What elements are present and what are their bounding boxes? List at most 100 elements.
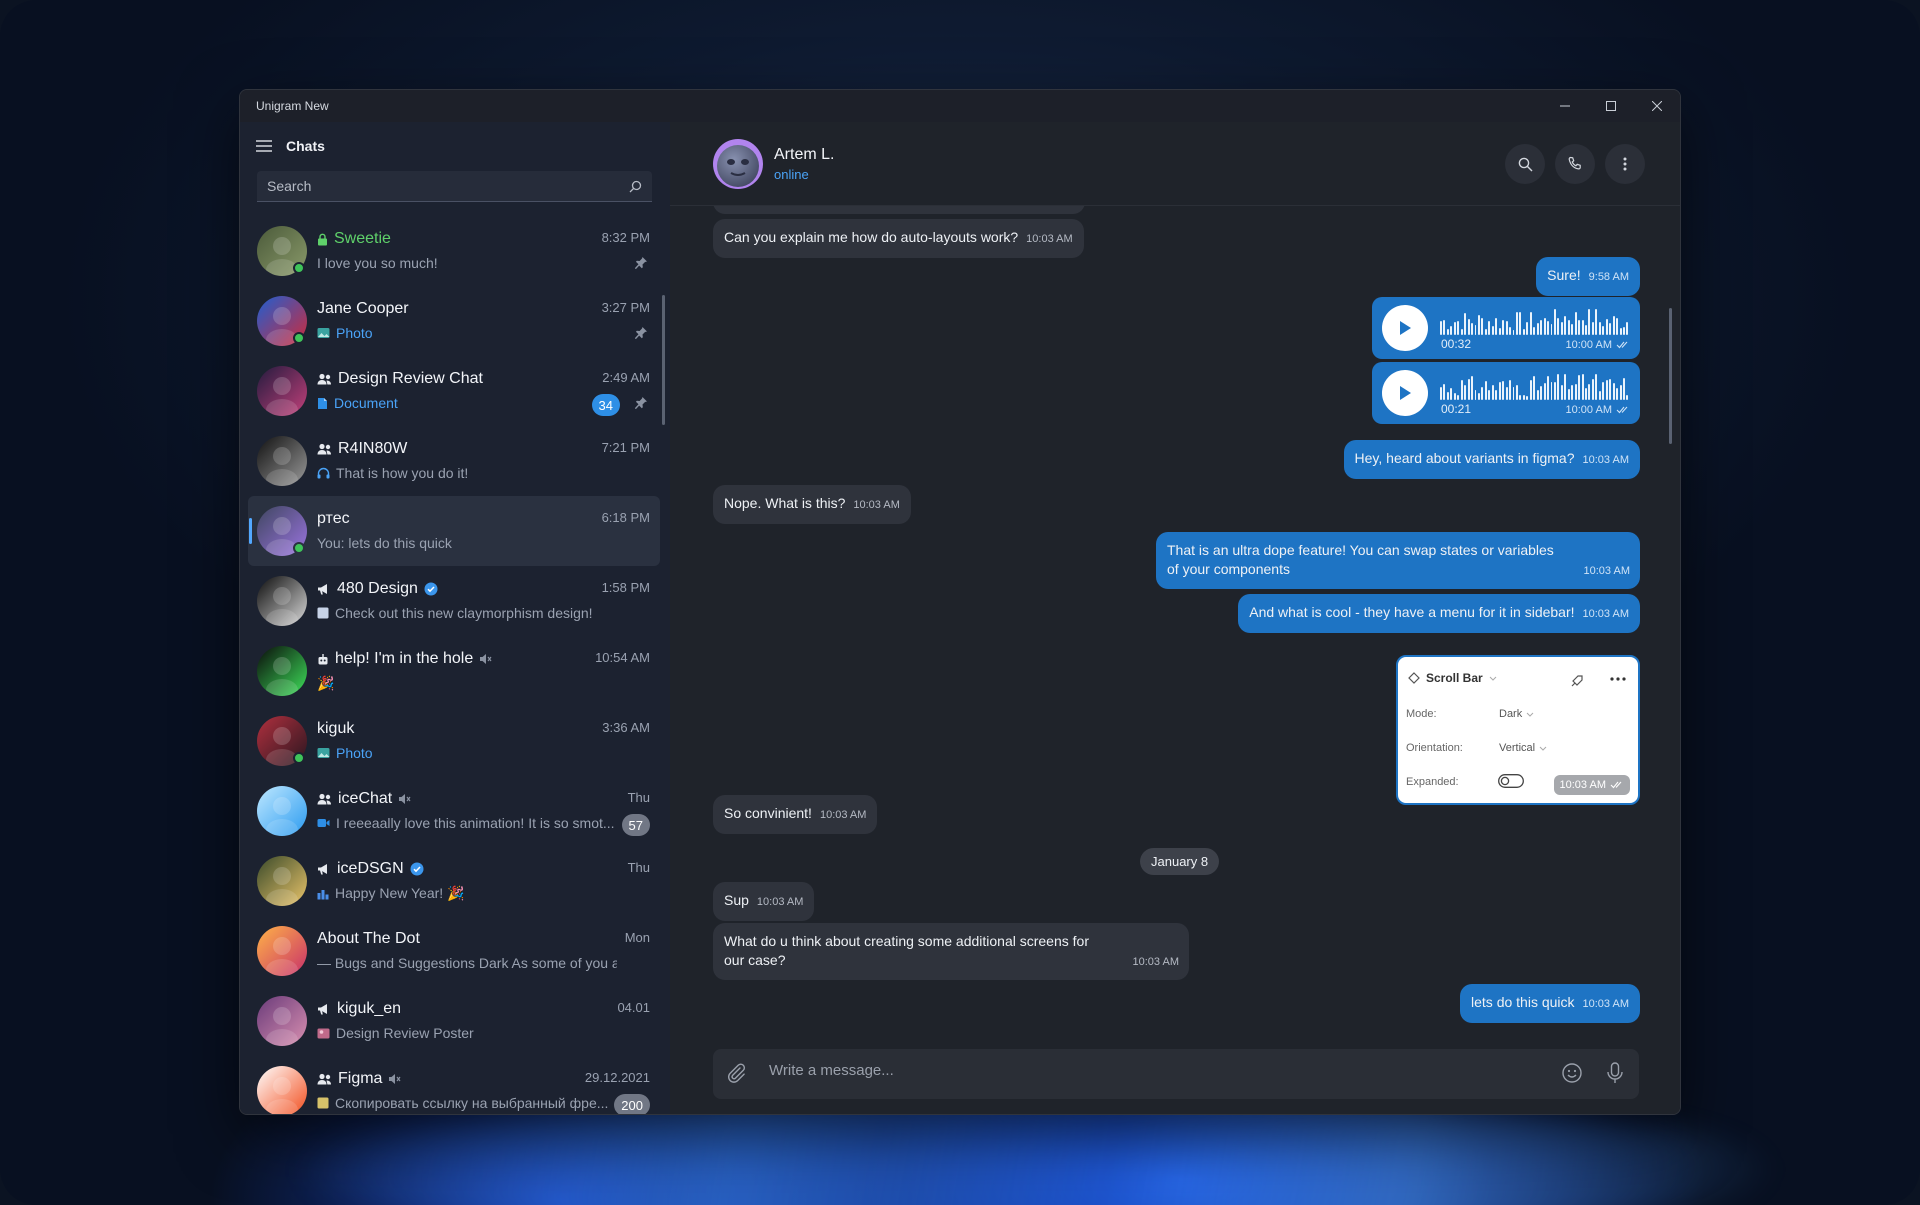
message-bubble-incoming[interactable]: What do u think about creating some addi… <box>713 923 1189 980</box>
chat-item[interactable]: Sweetie 8:32 PM I love you so much! <box>248 216 660 286</box>
chat-item[interactable]: iceDSGN Thu Happy New Year! 🎉 <box>248 846 660 916</box>
chat-item[interactable]: R4IN80W 7:21 PM That is how you do it! <box>248 426 660 496</box>
hamburger-menu-button[interactable] <box>256 140 272 152</box>
avatar-image <box>257 576 307 626</box>
call-button[interactable] <box>1555 144 1595 184</box>
chat-time: Thu <box>627 790 650 805</box>
message-text: lets do this quick <box>1471 994 1575 1010</box>
chat-name: About The Dot <box>317 930 420 947</box>
message-bubble-incoming[interactable]: Nope. What is this? 10:03 AM <box>713 485 911 524</box>
waveform-bar <box>1540 320 1543 335</box>
waveform-bar <box>1484 381 1487 400</box>
more-options-button[interactable] <box>1605 144 1645 184</box>
waveform-bar <box>1609 379 1612 400</box>
orientation-select[interactable]: Vertical <box>1499 742 1547 754</box>
title-bar: Unigram New <box>240 90 1680 122</box>
message-bubble-outgoing[interactable]: lets do this quick 10:03 AM <box>1460 984 1640 1023</box>
waveform-bar <box>1443 384 1446 400</box>
waveform-bar <box>1612 383 1615 400</box>
search-input[interactable] <box>267 178 629 194</box>
message-input[interactable] <box>769 1062 1469 1079</box>
voice-record-button[interactable] <box>1605 1061 1625 1090</box>
expanded-toggle[interactable] <box>1498 774 1524 788</box>
messages-scrollbar[interactable] <box>1669 308 1672 444</box>
unread-badge: 34 <box>591 394 620 416</box>
play-button[interactable] <box>1382 305 1428 351</box>
waveform-bar <box>1626 395 1629 400</box>
chat-item[interactable]: kiguk_en 04.01 Design Review Poster <box>248 986 660 1056</box>
waveform-bar <box>1512 330 1515 335</box>
message-text: Can you explain me how do auto-layouts w… <box>724 229 1019 245</box>
time-text: 10:00 AM <box>1565 404 1612 416</box>
waveform-bar <box>1450 388 1453 400</box>
waveform-bar <box>1602 382 1605 400</box>
waveform[interactable] <box>1440 372 1629 400</box>
message-bubble-incoming[interactable]: Can you explain me how do auto-layouts w… <box>713 219 1084 258</box>
waveform-bar <box>1498 328 1501 335</box>
message-bubble-incoming[interactable]: So convinient! 10:03 AM <box>713 795 878 834</box>
message-text: And what is cool - they have a menu for … <box>1249 604 1575 620</box>
waveform-bar <box>1533 376 1536 400</box>
figma-component-card[interactable]: Scroll Bar Mode: Dark Orientation: Verti… <box>1396 655 1640 805</box>
photo-icon <box>317 328 330 338</box>
message-bubble-incoming[interactable]: Sup 10:03 AM <box>713 882 815 921</box>
play-icon <box>1400 386 1411 400</box>
chat-avatar <box>257 366 307 416</box>
waveform-bar <box>1464 313 1467 335</box>
avatar-image <box>257 1066 307 1114</box>
chat-avatar <box>257 1066 307 1114</box>
chat-name: Design Review Chat <box>338 370 483 387</box>
chat-time: 3:36 AM <box>602 720 650 735</box>
window-title: Unigram New <box>256 99 329 113</box>
voice-message: 00:21 10:00 AM <box>1372 362 1640 424</box>
waveform-bar <box>1619 385 1622 400</box>
search-chat-button[interactable] <box>1505 144 1545 184</box>
chat-item[interactable]: Jane Cooper 3:27 PM Photo <box>248 286 660 356</box>
contact-name: Artem L. <box>774 146 835 163</box>
waveform[interactable] <box>1440 307 1629 335</box>
attach-button[interactable] <box>725 1062 747 1089</box>
waveform-bar <box>1481 318 1484 335</box>
emoji-button[interactable] <box>1561 1062 1583 1089</box>
waveform-bar <box>1598 322 1601 335</box>
chat-item[interactable]: help! I'm in the hole 10:54 AM 🎉 <box>248 636 660 706</box>
chat-name-row: Jane Cooper <box>317 300 409 318</box>
online-indicator <box>293 542 305 554</box>
chat-item[interactable]: About The Dot Mon — Bugs and Suggestions D… <box>248 916 660 986</box>
chat-item[interactable]: 480 Design 1:58 PM Check out this new clay… <box>248 566 660 636</box>
message-bubble-outgoing[interactable]: Sure! 9:58 AM <box>1536 257 1640 296</box>
waveform-bar <box>1491 385 1494 400</box>
chat-time: 7:21 PM <box>601 440 650 455</box>
message-bubble-outgoing[interactable]: Hey, heard about variants in figma? 10:03… <box>1343 440 1640 479</box>
sidebar-scrollbar[interactable] <box>662 295 665 425</box>
chat-name: iceDSGN <box>337 860 404 877</box>
waveform-bar <box>1453 322 1456 335</box>
message-text: That is an ultra dope feature! You can s… <box>1167 542 1554 577</box>
close-button[interactable] <box>1634 90 1680 122</box>
chat-item[interactable]: iceChat Thu I reeeaally love this animatio… <box>248 776 660 846</box>
mode-select[interactable]: Dark <box>1499 708 1534 720</box>
search-icon[interactable] <box>629 180 642 193</box>
pin-icon <box>635 327 647 339</box>
contact-avatar[interactable] <box>713 139 763 189</box>
maximize-button[interactable] <box>1588 90 1634 122</box>
chat-avatar <box>257 856 307 906</box>
orientation-label: Orientation: <box>1406 742 1463 754</box>
card-title-text: Scroll Bar <box>1426 671 1483 685</box>
more-horizontal-icon[interactable] <box>1610 677 1626 681</box>
detach-icon[interactable] <box>1570 672 1586 688</box>
message-bubble-outgoing[interactable]: That is an ultra dope feature! You can s… <box>1156 532 1640 589</box>
play-button[interactable] <box>1382 370 1428 416</box>
chat-time: 1:58 PM <box>601 580 650 595</box>
message-text: Sure! <box>1547 267 1581 283</box>
chat-item[interactable]: Design Review Chat 2:49 AM Document 34 <box>248 356 660 426</box>
document-icon <box>318 397 327 409</box>
message-bubble-outgoing[interactable]: And what is cool - they have a menu for … <box>1238 594 1640 633</box>
chat-item[interactable]: kiguk 3:36 AM Photo <box>248 706 660 776</box>
waveform-bar <box>1567 389 1570 400</box>
chat-item[interactable]: Figma 29.12.2021 Скопировать ссылку на выб… <box>248 1056 660 1114</box>
chat-item[interactable]: ртес 6:18 PM You: lets do this quick <box>248 496 660 566</box>
minimize-button[interactable] <box>1542 90 1588 122</box>
waveform-bar <box>1588 309 1591 335</box>
waveform-bar <box>1488 390 1491 400</box>
